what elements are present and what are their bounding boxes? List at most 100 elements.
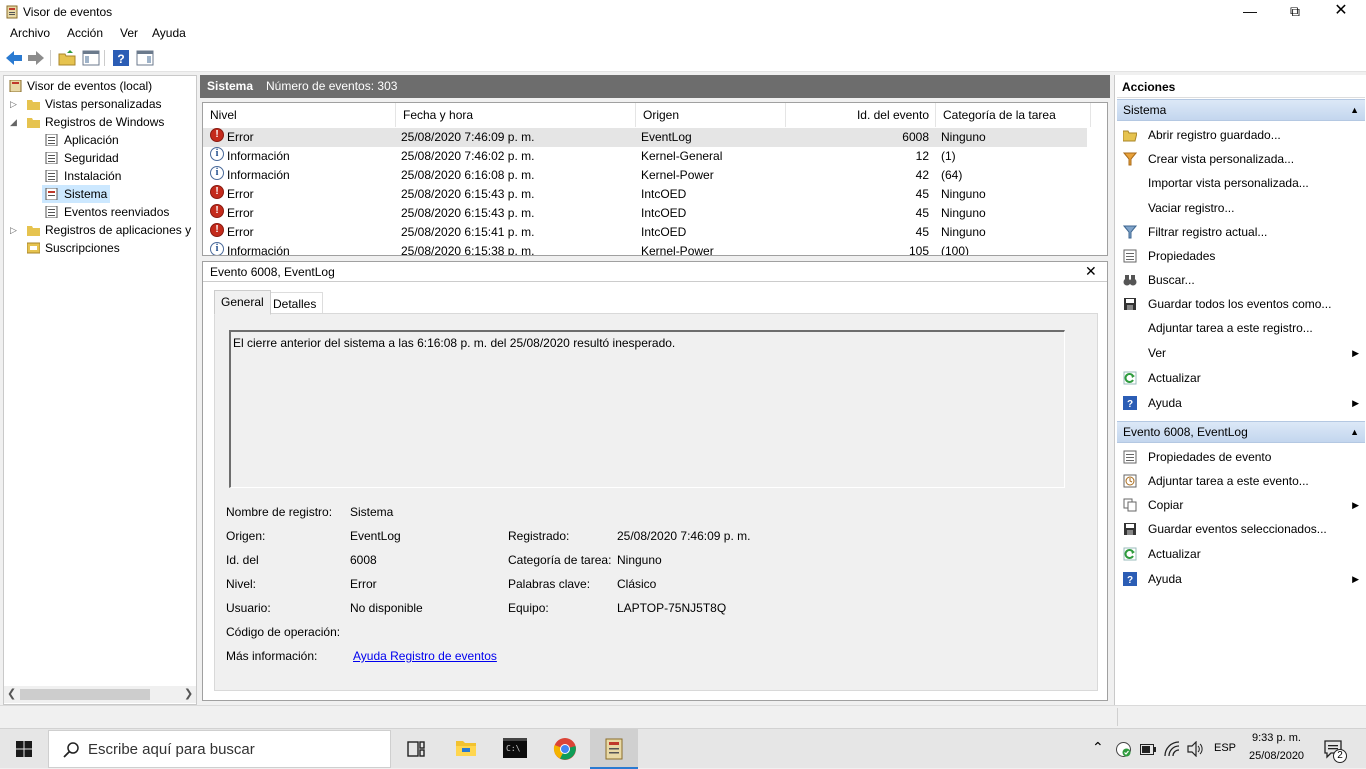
action-properties[interactable]: Propiedades	[1117, 245, 1363, 267]
action-label: Ver	[1148, 346, 1167, 360]
cell-category: (100)	[941, 244, 970, 256]
action-refresh-event[interactable]: Actualizar	[1117, 543, 1363, 565]
action-filter-log[interactable]: Filtrar registro actual...	[1117, 221, 1363, 243]
help-icon: ?	[1123, 572, 1137, 586]
menu-ver[interactable]: Ver	[120, 26, 138, 40]
action-open-saved-log[interactable]: Abrir registro guardado...	[1117, 124, 1363, 146]
tree-item-windows-logs[interactable]: ◢ Registros de Windows	[4, 113, 194, 131]
scroll-left-icon[interactable]: ❮	[7, 687, 16, 700]
file-explorer-icon[interactable]	[455, 738, 477, 758]
actions-section-event[interactable]: Evento 6008, EventLog ▲	[1117, 421, 1365, 443]
action-attach-task-log[interactable]: Adjuntar tarea a este registro...	[1117, 317, 1363, 339]
action-label: Guardar eventos seleccionados...	[1148, 522, 1327, 536]
chevron-right-icon[interactable]: ▷	[10, 95, 20, 113]
menu-accion[interactable]: Acción	[67, 26, 103, 40]
table-row[interactable]: i Información 25/08/2020 7:46:02 p. m. K…	[203, 147, 1087, 166]
refresh-icon	[1123, 547, 1137, 561]
menu-ayuda[interactable]: Ayuda	[152, 26, 186, 40]
column-header-fecha[interactable]: Fecha y hora	[396, 103, 636, 127]
tree-item-instalacion[interactable]: Instalación	[42, 167, 194, 185]
action-refresh[interactable]: Actualizar	[1117, 367, 1363, 389]
windows-start-icon[interactable]	[16, 741, 32, 757]
action-help[interactable]: ? Ayuda ▶	[1117, 392, 1363, 414]
column-header-id[interactable]: Id. del evento	[786, 103, 936, 127]
window-title: Visor de eventos	[23, 5, 113, 19]
cell-level: Información	[227, 244, 290, 256]
battery-icon[interactable]	[1140, 744, 1156, 755]
actions-section-sistema[interactable]: Sistema ▲	[1117, 99, 1365, 121]
wifi-icon[interactable]	[1164, 741, 1180, 757]
back-arrow-icon[interactable]	[5, 49, 23, 67]
maximize-button[interactable]: ⧉	[1272, 0, 1318, 24]
action-view[interactable]: Ver ▶	[1117, 342, 1363, 364]
collapse-icon[interactable]: ▲	[1350, 422, 1359, 442]
clock-time[interactable]: 9:33 p. m.	[1252, 732, 1301, 744]
minimize-button[interactable]: —	[1227, 0, 1273, 24]
terminal-icon[interactable]: C:\	[503, 738, 527, 758]
collapse-icon[interactable]: ▲	[1350, 100, 1359, 120]
column-header-nivel[interactable]: Nivel	[203, 103, 396, 127]
action-copy[interactable]: Copiar ▶	[1117, 494, 1363, 516]
chevron-right-icon[interactable]: ▷	[10, 221, 20, 239]
event-message: El cierre anterior del sistema a las 6:1…	[233, 336, 676, 350]
field-label: Usuario:	[226, 601, 271, 615]
horizontal-scrollbar[interactable]: ❮ ❯	[4, 686, 196, 703]
action-save-selected[interactable]: Guardar eventos seleccionados...	[1117, 518, 1363, 540]
tree-item-subscriptions[interactable]: Suscripciones	[4, 239, 194, 257]
cell-category: Ninguno	[941, 225, 986, 239]
chrome-icon[interactable]	[553, 737, 577, 761]
menu-archivo[interactable]: Archivo	[10, 26, 50, 40]
action-attach-task-event[interactable]: Adjuntar tarea a este evento...	[1117, 470, 1363, 492]
tree-item-eventos-reenviados[interactable]: Eventos reenviados	[42, 203, 194, 221]
close-button[interactable]: ✕	[1318, 0, 1364, 24]
security-status-icon[interactable]	[1116, 742, 1131, 757]
column-header-origen[interactable]: Origen	[636, 103, 786, 127]
scroll-thumb[interactable]	[20, 689, 150, 700]
close-icon[interactable]: ✕	[1085, 263, 1097, 280]
taskbar-active-app[interactable]	[590, 729, 638, 769]
table-row[interactable]: ! Error 25/08/2020 6:15:43 p. m. IntcOED…	[203, 204, 1087, 223]
column-header-categoria[interactable]: Categoría de la tarea	[936, 103, 1091, 127]
table-row[interactable]: i Información 25/08/2020 6:16:08 p. m. K…	[203, 166, 1087, 185]
action-clear-log[interactable]: Vaciar registro...	[1117, 197, 1363, 219]
table-row[interactable]: i Información 25/08/2020 6:15:38 p. m. K…	[203, 242, 1087, 256]
clock-date[interactable]: 25/08/2020	[1249, 750, 1304, 762]
tab-general[interactable]: General	[214, 290, 271, 315]
copy-icon	[1123, 498, 1137, 512]
tree-item-sistema[interactable]: Sistema	[42, 185, 110, 203]
folder-up-icon[interactable]	[58, 49, 76, 67]
event-message-box[interactable]: El cierre anterior del sistema a las 6:1…	[229, 330, 1065, 488]
forward-arrow-icon[interactable]	[27, 49, 45, 67]
tree-item-aplicacion[interactable]: Aplicación	[42, 131, 194, 149]
action-label: Buscar...	[1148, 273, 1195, 287]
action-find[interactable]: Buscar...	[1117, 269, 1363, 291]
submenu-arrow-icon: ▶	[1352, 574, 1359, 584]
table-row[interactable]: ! Error 25/08/2020 6:15:43 p. m. IntcOED…	[203, 185, 1087, 204]
cell-date: 25/08/2020 6:15:41 p. m.	[401, 225, 535, 239]
language-indicator[interactable]: ESP	[1214, 742, 1236, 754]
scroll-right-icon[interactable]: ❯	[184, 687, 193, 700]
action-label: Crear vista personalizada...	[1148, 152, 1295, 166]
tree-item-seguridad[interactable]: Seguridad	[42, 149, 194, 167]
help-link[interactable]: Ayuda Registro de eventos	[353, 649, 497, 663]
action-event-properties[interactable]: Propiedades de evento	[1117, 446, 1363, 468]
cell-category: (64)	[941, 168, 963, 182]
show-action-pane-icon[interactable]	[136, 49, 154, 67]
table-row[interactable]: ! Error 25/08/2020 7:46:09 p. m. EventLo…	[203, 128, 1087, 147]
tree-item-apps-logs[interactable]: ▷ Registros de aplicaciones y s	[4, 221, 194, 239]
volume-icon[interactable]	[1187, 741, 1203, 757]
action-help-event[interactable]: ? Ayuda ▶	[1117, 568, 1363, 590]
action-create-custom-view[interactable]: Crear vista personalizada...	[1117, 148, 1363, 170]
tree-item-root[interactable]: Visor de eventos (local)	[4, 77, 194, 95]
task-view-icon[interactable]	[406, 739, 426, 759]
taskbar-search-box[interactable]: Escribe aquí para buscar	[48, 730, 391, 768]
chevron-down-icon[interactable]: ◢	[10, 113, 20, 131]
cell-level: Error	[227, 130, 254, 144]
show-hide-tree-icon[interactable]	[82, 49, 100, 67]
table-row[interactable]: ! Error 25/08/2020 6:15:41 p. m. IntcOED…	[203, 223, 1087, 242]
action-save-all-events[interactable]: Guardar todos los eventos como...	[1117, 293, 1363, 315]
help-icon[interactable]: ?	[112, 49, 130, 67]
action-import-custom-view[interactable]: Importar vista personalizada...	[1117, 172, 1363, 194]
chevron-up-icon[interactable]: ⌃	[1092, 739, 1104, 756]
tree-item-custom-views[interactable]: ▷ Vistas personalizadas	[4, 95, 194, 113]
